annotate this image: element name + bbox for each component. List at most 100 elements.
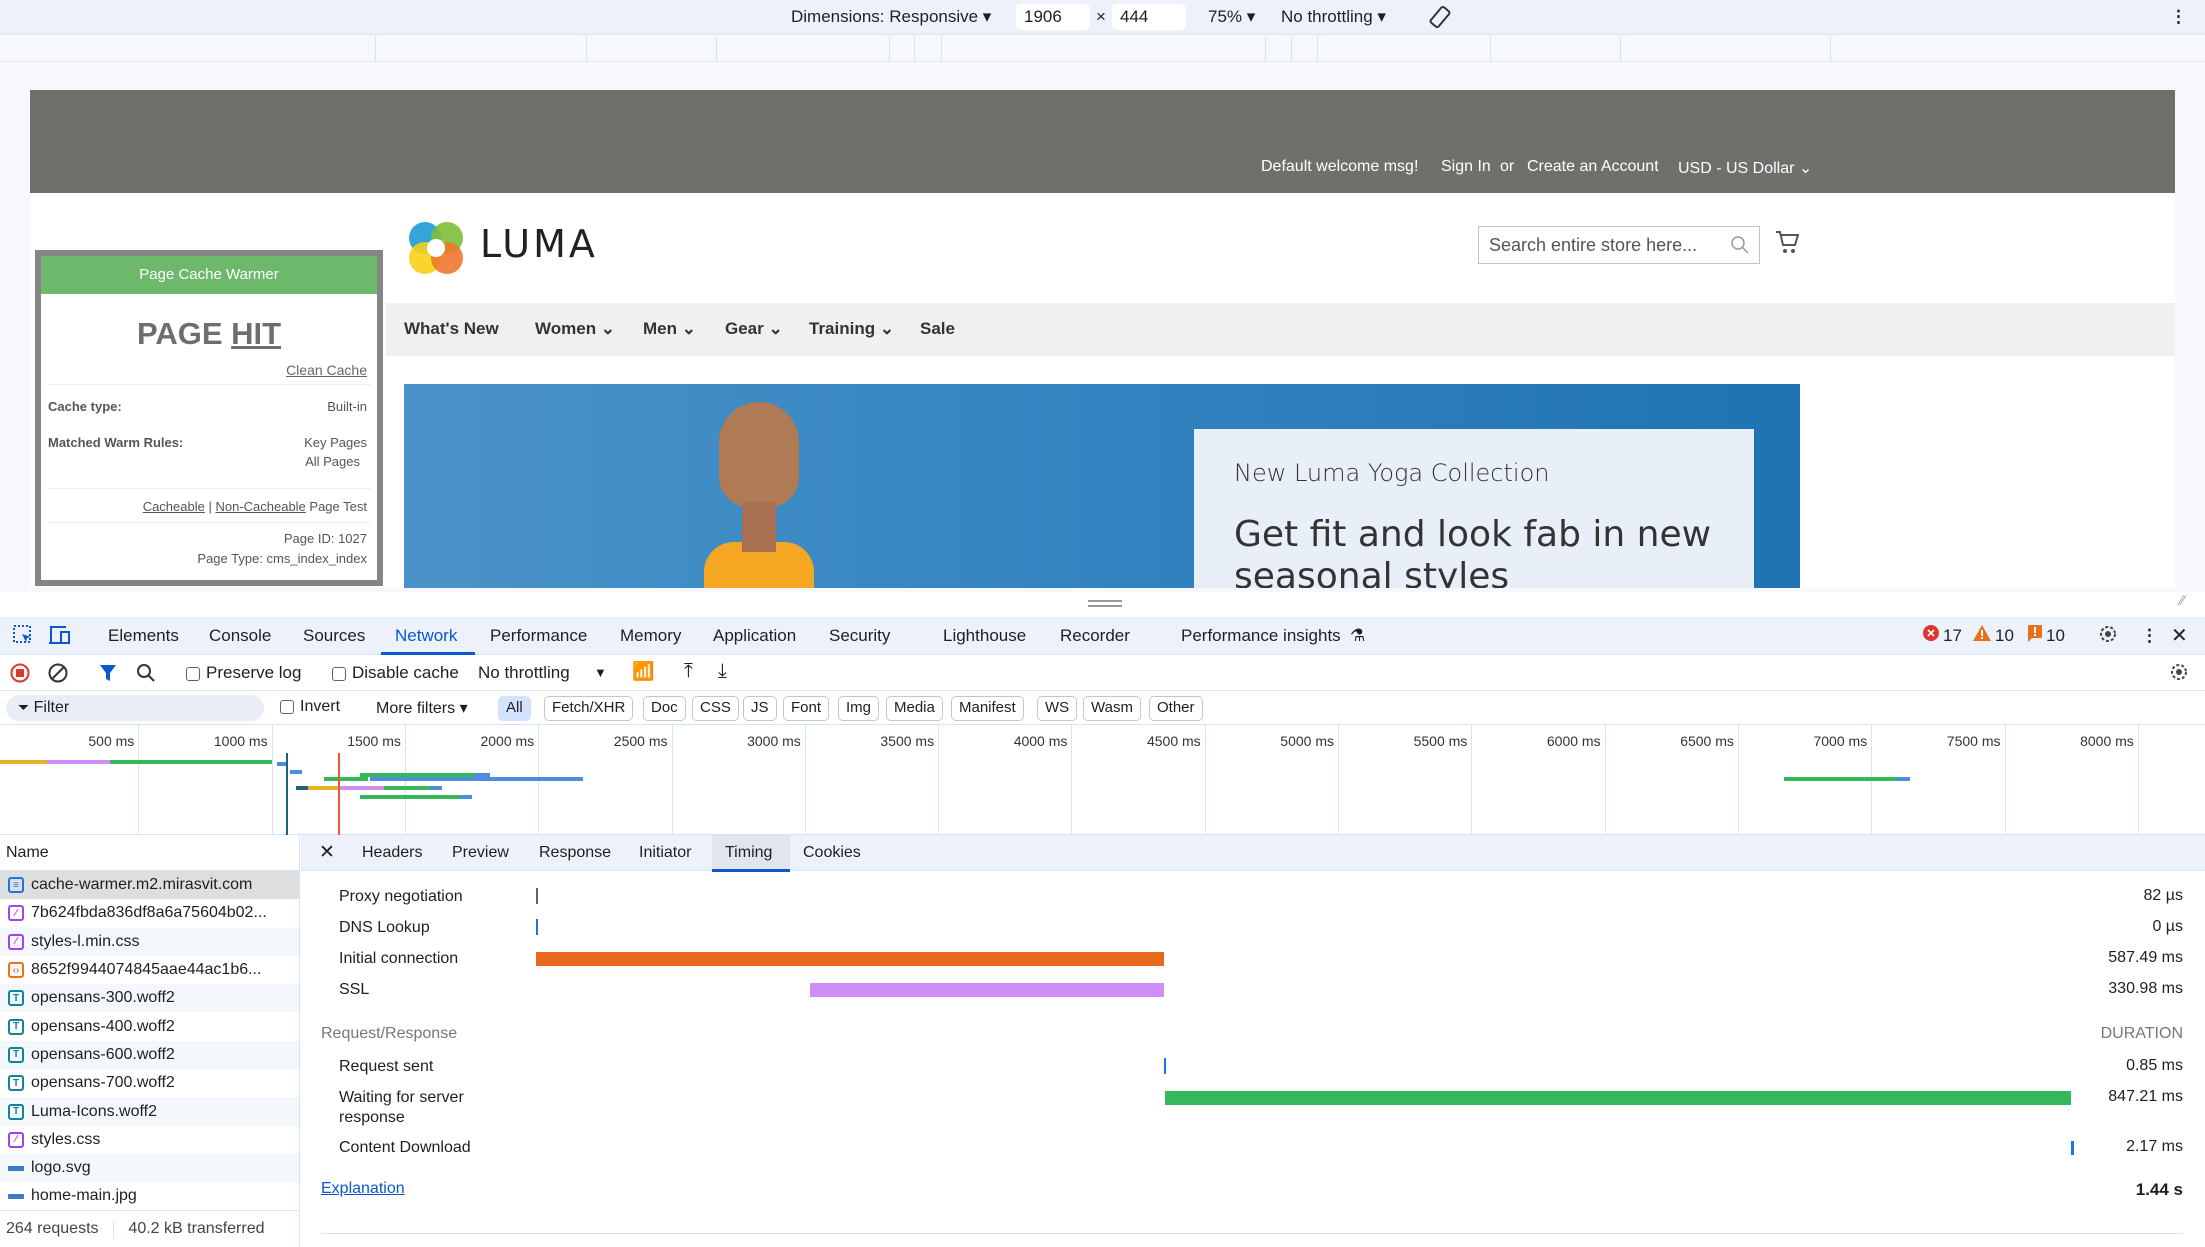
nav-women[interactable]: Women ⌄ <box>535 319 615 339</box>
viewport-width-input[interactable]: 1906 <box>1016 4 1090 30</box>
filter-toggle-icon[interactable] <box>99 664 117 687</box>
filter-chip-all[interactable]: All <box>498 696 531 721</box>
cacheable-link[interactable]: Cacheable <box>143 499 205 514</box>
tab-lighthouse[interactable]: Lighthouse <box>943 626 1026 646</box>
filter-input[interactable]: ⏷ Filter <box>6 695 264 721</box>
request-name: Luma-Icons.woff2 <box>31 1102 157 1120</box>
name-column-header[interactable]: Name <box>0 835 299 871</box>
throttling-dropdown-arrow-icon[interactable]: ▼ <box>594 665 607 680</box>
filter-chip-font[interactable]: Font <box>783 696 830 721</box>
disable-cache-checkbox[interactable]: Disable cache <box>332 663 459 683</box>
export-har-icon[interactable]: ⤓ <box>718 660 727 683</box>
rotate-icon[interactable] <box>1428 4 1452 35</box>
filter-chip-ws[interactable]: WS <box>1037 696 1078 721</box>
close-devtools-icon[interactable]: ✕ <box>2171 623 2188 648</box>
filter-chip-wasm[interactable]: Wasm <box>1083 696 1141 721</box>
search-icon[interactable] <box>1730 235 1750 255</box>
devtools-more-icon[interactable]: ⋮ <box>2141 626 2158 646</box>
invert-checkbox[interactable]: Invert <box>280 698 340 716</box>
import-har-icon[interactable]: ⤒ <box>684 660 693 683</box>
sign-in-link[interactable]: Sign In <box>1441 158 1491 176</box>
error-icon[interactable] <box>1923 625 1939 646</box>
network-throttling-select[interactable]: No throttling <box>478 663 570 683</box>
filter-chip-js[interactable]: JS <box>743 696 777 721</box>
nav-gear[interactable]: Gear ⌄ <box>725 319 783 339</box>
device-more-icon[interactable]: ⋮ <box>2170 7 2187 27</box>
detail-tab-response[interactable]: Response <box>539 844 611 862</box>
more-filters-dropdown[interactable]: More filters ▾ <box>376 698 468 718</box>
tab-memory[interactable]: Memory <box>620 626 681 646</box>
clean-cache-link[interactable]: Clean Cache <box>286 362 367 378</box>
cart-icon[interactable] <box>1775 230 1800 261</box>
detail-tab-headers[interactable]: Headers <box>362 844 422 862</box>
tab-elements[interactable]: Elements <box>108 626 179 646</box>
issues-icon[interactable] <box>2028 625 2042 648</box>
tab-recorder[interactable]: Recorder <box>1060 626 1130 646</box>
device-throttling-dropdown[interactable]: No throttling ▾ <box>1281 7 1386 27</box>
inspect-element-icon[interactable] <box>12 624 34 651</box>
request-row[interactable]: home-main.jpg <box>0 1182 299 1210</box>
store-page: Default welcome msg! Sign In or Create a… <box>30 90 2175 588</box>
panel-resize-handle[interactable] <box>1088 600 1122 608</box>
hero-banner[interactable]: New Luma Yoga Collection Get fit and loo… <box>404 384 1800 588</box>
tab-sources[interactable]: Sources <box>303 626 365 646</box>
luma-logo-icon[interactable] <box>405 218 467 283</box>
request-row[interactable]: Topensans-400.woff2 <box>0 1012 299 1040</box>
request-row[interactable]: logo.svg <box>0 1153 299 1183</box>
filter-chip-doc[interactable]: Doc <box>643 696 686 721</box>
currency-switcher[interactable]: USD - US Dollar ⌄ <box>1678 158 1812 178</box>
viewport-corner-resize-icon[interactable]: ∕∕ <box>2180 592 2185 608</box>
nav-sale[interactable]: Sale <box>920 319 955 339</box>
network-settings-gear-icon[interactable] <box>2168 661 2190 688</box>
request-row[interactable]: ‹› 8652f9944074845aae44ac1b6... <box>0 956 299 984</box>
preserve-log-checkbox[interactable]: Preserve log <box>186 663 301 683</box>
explanation-link[interactable]: Explanation <box>321 1180 405 1198</box>
tab-application[interactable]: Application <box>713 626 796 646</box>
network-overview-timeline[interactable]: 500 ms 1000 ms 1500 ms 2000 ms 2500 ms 3000 m… <box>0 725 2205 835</box>
detail-tab-initiator[interactable]: Initiator <box>639 844 691 862</box>
request-row[interactable]: ≡ cache-warmer.m2.mirasvit.com <box>0 871 299 900</box>
non-cacheable-link[interactable]: Non-Cacheable <box>215 499 305 514</box>
tab-network[interactable]: Network <box>395 626 457 646</box>
viewport-height-input[interactable]: 444 <box>1112 4 1186 30</box>
dimensions-dropdown[interactable]: Dimensions: Responsive ▾ <box>791 7 991 27</box>
search-network-icon[interactable] <box>136 663 156 688</box>
request-row[interactable]: Topensans-600.woff2 <box>0 1040 299 1070</box>
detail-tab-timing[interactable]: Timing <box>725 844 772 862</box>
issues-count[interactable]: 10 <box>2046 626 2065 646</box>
request-row[interactable]: ⁄ styles-l.min.css <box>0 927 299 956</box>
filter-chip-manifest[interactable]: Manifest <box>951 696 1024 721</box>
tab-console[interactable]: Console <box>209 626 271 646</box>
tab-performance[interactable]: Performance <box>490 626 587 646</box>
settings-gear-icon[interactable] <box>2097 623 2119 650</box>
overview-gridline <box>138 725 140 835</box>
tab-security[interactable]: Security <box>829 626 890 646</box>
zoom-dropdown[interactable]: 75% ▾ <box>1208 7 1255 27</box>
tab-performance-insights[interactable]: Performance insights <box>1181 626 1341 646</box>
record-stop-icon[interactable] <box>10 663 30 688</box>
filter-chip-fetch-xhr[interactable]: Fetch/XHR <box>544 696 634 721</box>
filter-chip-media[interactable]: Media <box>886 696 943 721</box>
request-row[interactable]: ⁄ 7b624fbda836df8a6a75604b02... <box>0 899 299 927</box>
filter-chip-img[interactable]: Img <box>838 696 880 721</box>
request-row[interactable]: Topensans-700.woff2 <box>0 1069 299 1097</box>
nav-whats-new[interactable]: What's New <box>404 319 499 339</box>
network-conditions-icon[interactable]: 📶 <box>632 661 654 682</box>
create-account-link[interactable]: Create an Account <box>1527 158 1659 176</box>
nav-training[interactable]: Training ⌄ <box>809 319 894 339</box>
store-search-input[interactable]: Search entire store here... <box>1478 226 1760 264</box>
warning-icon[interactable] <box>1973 625 1991 646</box>
warning-count[interactable]: 10 <box>1995 626 2014 646</box>
detail-tab-cookies[interactable]: Cookies <box>803 844 861 862</box>
request-row[interactable]: ⁄ styles.css <box>0 1126 299 1154</box>
filter-chip-css[interactable]: CSS <box>692 696 739 721</box>
request-row[interactable]: Topensans-300.woff2 <box>0 984 299 1013</box>
close-detail-icon[interactable]: ✕ <box>319 841 335 864</box>
request-row[interactable]: T Luma-Icons.woff2 <box>0 1097 299 1126</box>
filter-chip-other[interactable]: Other <box>1149 696 1203 721</box>
error-count[interactable]: 17 <box>1943 626 1962 646</box>
detail-tab-preview[interactable]: Preview <box>452 844 509 862</box>
device-toggle-icon[interactable] <box>48 624 72 651</box>
clear-log-icon[interactable] <box>48 663 68 688</box>
nav-men[interactable]: Men ⌄ <box>643 319 696 339</box>
